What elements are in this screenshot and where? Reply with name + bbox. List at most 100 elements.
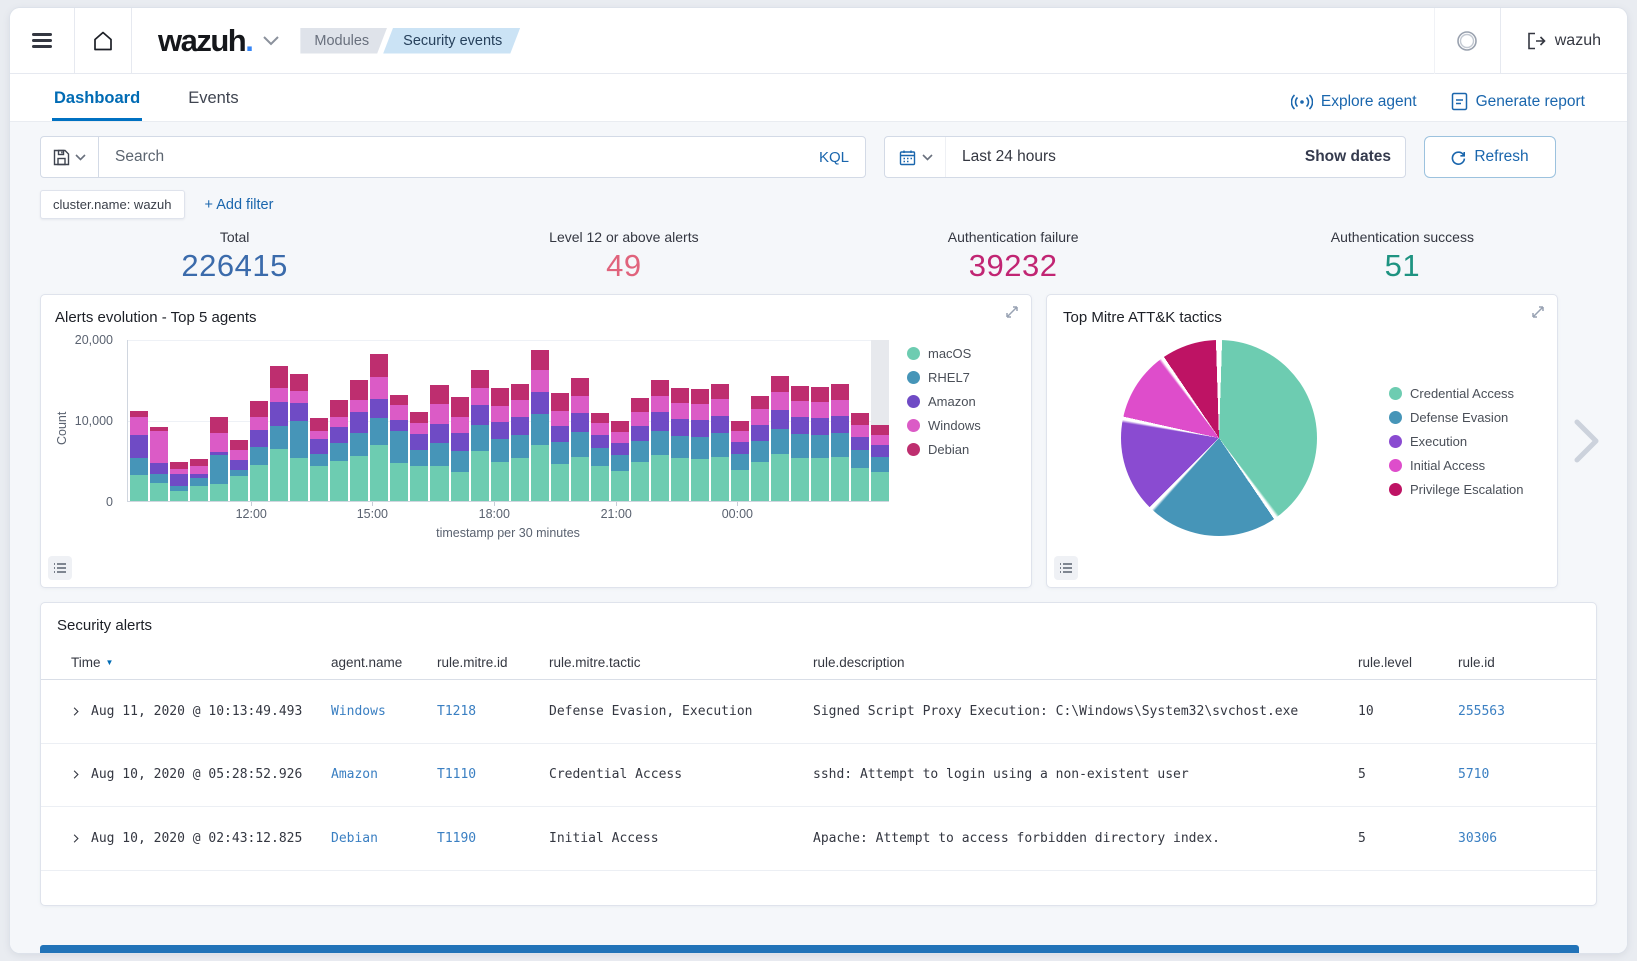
bar-bucket xyxy=(150,340,168,501)
bar-bucket xyxy=(711,340,729,501)
x-tick-label: 00:00 xyxy=(722,507,753,521)
next-panels-button[interactable] xyxy=(1572,294,1602,588)
legend-label: Windows xyxy=(928,418,981,433)
legend-dot-icon xyxy=(1389,411,1402,424)
saved-queries-button[interactable] xyxy=(41,137,99,177)
bar-segment-debian xyxy=(390,395,408,405)
bar-segment-debian xyxy=(611,421,629,431)
legend-item-macos[interactable]: macOS xyxy=(907,346,1017,361)
bar-bucket xyxy=(851,340,869,501)
column-header-rule-level: rule.level xyxy=(1358,655,1458,670)
logout-icon xyxy=(1527,32,1546,50)
legend-item-debian[interactable]: Debian xyxy=(907,442,1017,457)
legend-item-credential-access[interactable]: Credential Access xyxy=(1389,386,1541,401)
bar-segment-windows xyxy=(791,401,809,417)
legend-item-privilege-escalation[interactable]: Privilege Escalation xyxy=(1389,482,1541,497)
bar-segment-debian xyxy=(771,376,789,392)
panel-inspect-button[interactable] xyxy=(1054,556,1078,580)
column-header-label: agent.name xyxy=(331,655,402,670)
legend-label: Debian xyxy=(928,442,969,457)
app-switcher-chevron[interactable] xyxy=(262,35,280,47)
bar-segment-amazon xyxy=(370,399,388,418)
bar-segment-rhel7 xyxy=(491,439,509,462)
legend-label: Defense Evasion xyxy=(1410,410,1508,425)
time-range-value[interactable]: Last 24 hours xyxy=(946,148,1291,166)
wazuh-logo[interactable]: wazuh. xyxy=(158,23,252,59)
bar-segment-debian xyxy=(290,374,308,391)
x-tick-mark xyxy=(372,502,373,506)
expand-row-icon[interactable] xyxy=(71,706,81,717)
y-tick-label: 10,000 xyxy=(75,414,113,428)
hamburger-menu-button[interactable] xyxy=(10,8,74,74)
tab-dashboard[interactable]: Dashboard xyxy=(52,79,142,121)
bar-bucket xyxy=(410,340,428,501)
report-icon xyxy=(1451,92,1468,111)
logout-button[interactable]: wazuh xyxy=(1500,8,1627,74)
legend-item-windows[interactable]: Windows xyxy=(907,418,1017,433)
breadcrumb-security-events[interactable]: Security events xyxy=(383,28,520,54)
refresh-button[interactable]: Refresh xyxy=(1424,136,1556,178)
bar-segment-debian xyxy=(871,425,889,435)
expand-row-icon[interactable] xyxy=(71,833,81,844)
bar-segment-rhel7 xyxy=(871,457,889,472)
bar-segment-debian xyxy=(591,413,609,423)
panel-inspect-button[interactable] xyxy=(48,556,72,580)
show-dates-button[interactable]: Show dates xyxy=(1291,148,1405,166)
cell-mitre_id[interactable]: T1190 xyxy=(437,831,549,846)
cell-mitre_id[interactable]: T1218 xyxy=(437,704,549,719)
cell-agent[interactable]: Windows xyxy=(331,704,437,719)
bar-segment-rhel7 xyxy=(310,454,328,466)
bar-segment-debian xyxy=(551,393,569,411)
cell-time-value: Aug 11, 2020 @ 10:13:49.493 xyxy=(91,704,302,719)
bar-segment-macos xyxy=(330,461,348,501)
date-picker: Last 24 hours Show dates xyxy=(884,136,1406,178)
expand-row-icon[interactable] xyxy=(71,769,81,780)
bar-segment-windows xyxy=(150,431,168,463)
bar-segment-rhel7 xyxy=(631,441,649,462)
search-input[interactable] xyxy=(99,148,803,166)
bar-bucket xyxy=(591,340,609,501)
bar-segment-amazon xyxy=(390,420,408,431)
home-icon xyxy=(91,29,115,53)
cell-rule_id[interactable]: 5710 xyxy=(1458,767,1570,782)
legend-item-rhel7[interactable]: RHEL7 xyxy=(907,370,1017,385)
visualization-row: Alerts evolution - Top 5 agents Count 01… xyxy=(40,294,1597,588)
add-filter-button[interactable]: + Add filter xyxy=(205,197,274,213)
bar-segment-amazon xyxy=(150,463,168,473)
bottom-accent-bar xyxy=(40,945,1579,953)
bar-segment-amazon xyxy=(451,433,469,451)
legend-item-execution[interactable]: Execution xyxy=(1389,434,1541,449)
bar-segment-windows xyxy=(571,396,589,414)
expand-panel-icon[interactable] xyxy=(1530,304,1546,320)
explore-agent-button[interactable]: Explore agent xyxy=(1291,93,1417,111)
cell-mitre_id[interactable]: T1110 xyxy=(437,767,549,782)
tab-events[interactable]: Events xyxy=(186,79,240,121)
date-quick-select-button[interactable] xyxy=(885,137,946,177)
column-header-time[interactable]: Time▼ xyxy=(71,655,331,670)
bar-segment-windows xyxy=(451,417,469,434)
legend-item-amazon[interactable]: Amazon xyxy=(907,394,1017,409)
filter-pill[interactable]: cluster.name: wazuh xyxy=(40,190,185,219)
legend-item-initial-access[interactable]: Initial Access xyxy=(1389,458,1541,473)
bar-segment-windows xyxy=(471,388,489,406)
generate-report-button[interactable]: Generate report xyxy=(1451,92,1585,111)
bar-segment-windows xyxy=(831,400,849,416)
bar-segment-debian xyxy=(330,400,348,417)
legend-dot-icon xyxy=(907,371,920,384)
home-button[interactable] xyxy=(74,8,132,74)
bar-segment-rhel7 xyxy=(511,435,529,458)
cell-agent[interactable]: Debian xyxy=(331,831,437,846)
health-status-button[interactable] xyxy=(1434,8,1500,74)
expand-panel-icon[interactable] xyxy=(1004,304,1020,320)
bar-segment-amazon xyxy=(410,434,428,449)
cell-rule_id[interactable]: 255563 xyxy=(1458,704,1570,719)
stat-label: Authentication success xyxy=(1208,229,1597,245)
breadcrumb-modules[interactable]: Modules xyxy=(300,28,387,54)
cell-agent[interactable]: Amazon xyxy=(331,767,437,782)
query-language-button[interactable]: KQL xyxy=(803,149,865,166)
alerts-evolution-panel: Alerts evolution - Top 5 agents Count 01… xyxy=(40,294,1032,588)
legend-item-defense-evasion[interactable]: Defense Evasion xyxy=(1389,410,1541,425)
cell-rule_id[interactable]: 30306 xyxy=(1458,831,1570,846)
bar-segment-debian xyxy=(831,384,849,399)
bar-segment-windows xyxy=(631,412,649,426)
